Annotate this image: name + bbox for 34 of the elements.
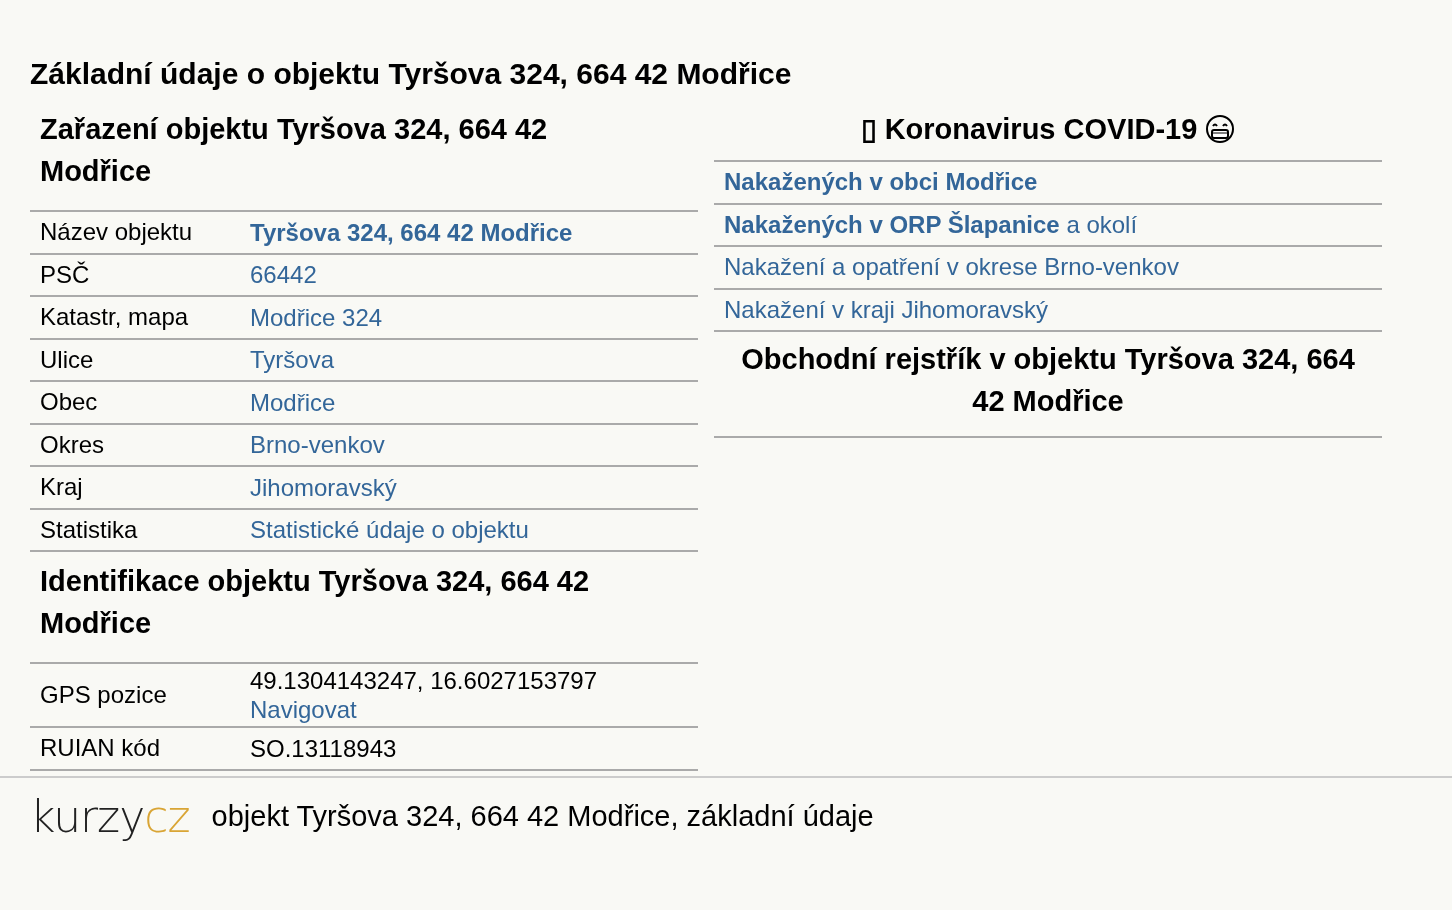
- section-heading: Obchodní rejstřík v objektu Tyršova 324, 664 42 Modřice: [714, 332, 1382, 438]
- row-label: Katastr, mapa: [39, 303, 190, 332]
- value-link[interactable]: 66442: [250, 260, 317, 290]
- value-text: SO.13118943: [250, 733, 397, 763]
- row-label: Ulice: [39, 345, 95, 374]
- row-label: PSČ: [39, 260, 91, 289]
- row-label: GPS pozice: [39, 681, 168, 709]
- value-link[interactable]: Tyršova 324, 664 42 Modřice: [250, 217, 573, 247]
- value-link[interactable]: Brno-venkov: [250, 430, 385, 460]
- value-link[interactable]: Modřice: [250, 387, 336, 417]
- covid-link[interactable]: Nakažení v kraji Jihomoravský: [724, 295, 1049, 323]
- section-heading: Zařazení objektu Tyršova 324, 664 42 Modřice: [39, 112, 549, 189]
- covid-link[interactable]: Nakažených v obci Modřice: [724, 168, 1038, 195]
- value-link[interactable]: Statistické údaje o objektu: [250, 515, 529, 545]
- site-logo[interactable]: kurzycz: [30, 790, 190, 842]
- symbol-glyph: ▯: [860, 112, 877, 147]
- row-label: Okres: [39, 430, 105, 459]
- value-link[interactable]: Tyršova: [250, 345, 335, 375]
- section-heading: Koronavirus COVID-19: [884, 112, 1198, 147]
- face-mask-icon: [1205, 114, 1236, 144]
- row-label: Obec: [39, 388, 99, 417]
- page-title: Základní údaje o objektu Tyršova 324, 664 42 Modřice: [30, 56, 793, 92]
- value-link[interactable]: Modřice 324: [250, 302, 383, 332]
- row-label: Statistika: [39, 515, 139, 544]
- value-link[interactable]: Jihomoravský: [250, 472, 397, 502]
- covid-link[interactable]: Nakažení a opatření v okrese Brno-venkov: [724, 253, 1179, 280]
- footer-text: objekt Tyršova 324, 664 42 Modřice, základní údaje: [211, 799, 874, 833]
- row-label: Kraj: [39, 473, 84, 502]
- section-heading: Identifikace objektu Tyršova 324, 664 42 Modřice: [39, 564, 591, 641]
- covid-link[interactable]: Nakažených v ORP Šlapanice a okolí: [724, 210, 1138, 238]
- value-text: 49.1304143247, 16.6027153797: [250, 666, 597, 695]
- row-label: RUIAN kód: [39, 734, 162, 763]
- value-link[interactable]: Navigovat: [250, 695, 597, 724]
- row-label: Název objektu: [39, 218, 194, 247]
